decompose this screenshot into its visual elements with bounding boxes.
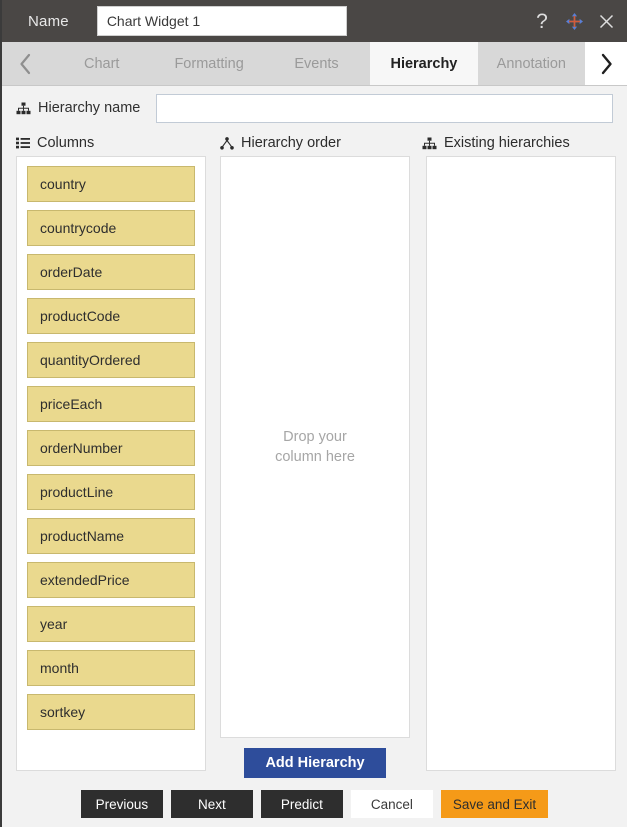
column-chip[interactable]: sortkey xyxy=(27,694,195,730)
tab-hierarchy[interactable]: Hierarchy xyxy=(370,42,478,85)
column-chip-label: productName xyxy=(40,528,125,544)
predict-button[interactable]: Predict xyxy=(260,790,343,818)
previous-button[interactable]: Previous xyxy=(80,790,163,818)
column-chip[interactable]: orderNumber xyxy=(27,430,195,466)
tab-label: Chart xyxy=(83,55,120,72)
existing-hierarchies-panel-wrap xyxy=(426,156,616,771)
column-chip-label: productLine xyxy=(40,484,114,500)
sitemap-icon xyxy=(422,137,437,150)
hierarchy-order-dropzone[interactable]: Drop your column here xyxy=(220,156,410,738)
tab-label: Formatting xyxy=(174,55,244,72)
hierarchy-name-text: Hierarchy name xyxy=(38,100,141,116)
hierarchy-name-row: Hierarchy name xyxy=(2,86,627,130)
cancel-button[interactable]: Cancel xyxy=(350,790,433,818)
existing-hierarchies-panel[interactable] xyxy=(426,156,616,771)
panels-area: country countrycode orderDate productCode qu… xyxy=(2,156,627,781)
tab-events[interactable]: Events xyxy=(262,42,371,85)
column-chip-label: productCode xyxy=(40,308,121,324)
footer-buttons: Previous Next Predict Cancel Save and Ex… xyxy=(2,781,627,827)
column-chip[interactable]: productName xyxy=(27,518,195,554)
tab-list: Chart Formatting Events Hierarchy Annota… xyxy=(48,42,586,85)
column-chip-label: extendedPrice xyxy=(40,572,130,588)
column-chip[interactable]: orderDate xyxy=(27,254,195,290)
hierarchy-order-title: Hierarchy order xyxy=(241,135,341,151)
widget-name-input[interactable] xyxy=(96,6,347,36)
tab-label: Annotation xyxy=(496,55,566,72)
existing-hierarchies-section-header: Existing hierarchies xyxy=(422,130,613,156)
column-chip-label: quantityOrdered xyxy=(40,352,141,368)
drop-hint-line-2: column here xyxy=(275,449,355,465)
hierarchy-name-input[interactable] xyxy=(156,93,613,123)
chevron-left-icon[interactable] xyxy=(2,42,48,85)
tab-strip: Chart Formatting Events Hierarchy Annota… xyxy=(2,42,627,86)
hierarchy-order-section-header: Hierarchy order xyxy=(220,130,422,156)
column-chip[interactable]: priceEach xyxy=(27,386,195,422)
tab-chart[interactable]: Chart xyxy=(48,42,156,85)
column-chip[interactable]: productLine xyxy=(27,474,195,510)
list-icon xyxy=(16,137,30,149)
column-chip[interactable]: year xyxy=(27,606,195,642)
column-chip[interactable]: country xyxy=(27,166,195,202)
window-controls: ? xyxy=(531,0,617,42)
tab-label: Events xyxy=(294,55,339,72)
drop-hint: Drop your column here xyxy=(221,427,409,467)
move-arrows-icon[interactable] xyxy=(563,10,585,32)
hierarchy-name-label: Hierarchy name xyxy=(16,100,140,116)
column-chip[interactable]: countrycode xyxy=(27,210,195,246)
chevron-right-icon[interactable] xyxy=(585,42,627,85)
drop-hint-line-1: Drop your xyxy=(283,429,347,445)
sitemap-icon xyxy=(16,102,31,115)
hierarchy-order-panel-wrap: Drop your column here Add Hierarchy xyxy=(220,156,410,778)
columns-title: Columns xyxy=(37,135,95,151)
columns-section-header: Columns xyxy=(16,130,220,156)
title-bar: Name ? xyxy=(2,0,627,42)
column-chip-label: country xyxy=(40,176,86,192)
help-icon[interactable]: ? xyxy=(531,10,553,32)
column-chip-label: month xyxy=(40,660,79,676)
column-chip-label: priceEach xyxy=(40,396,103,412)
tab-annotation[interactable]: Annotation xyxy=(477,42,586,85)
next-button[interactable]: Next xyxy=(170,790,253,818)
column-chip[interactable]: month xyxy=(27,650,195,686)
column-chip-label: countrycode xyxy=(40,220,117,236)
section-headers: Columns Hierarchy order Existing hierarc… xyxy=(2,130,627,156)
column-chip[interactable]: extendedPrice xyxy=(27,562,195,598)
close-icon[interactable] xyxy=(595,10,617,32)
tab-label: Hierarchy xyxy=(390,55,458,72)
widget-editor-window: Name ? xyxy=(0,0,627,827)
add-hierarchy-button[interactable]: Add Hierarchy xyxy=(244,748,386,778)
column-chip-label: sortkey xyxy=(40,704,86,720)
hierarchy-order-icon xyxy=(220,136,234,150)
columns-panel-wrap: country countrycode orderDate productCode qu… xyxy=(16,156,206,771)
save-and-exit-button[interactable]: Save and Exit xyxy=(440,790,549,818)
column-chip-label: orderDate xyxy=(40,264,103,280)
name-label: Name xyxy=(28,12,69,30)
columns-panel[interactable]: country countrycode orderDate productCode qu… xyxy=(16,156,206,771)
tab-formatting[interactable]: Formatting xyxy=(155,42,263,85)
existing-hierarchies-title: Existing hierarchies xyxy=(444,135,570,151)
column-chip-label: year xyxy=(40,616,68,632)
column-chip-label: orderNumber xyxy=(40,440,123,456)
column-chip[interactable]: quantityOrdered xyxy=(27,342,195,378)
column-chip[interactable]: productCode xyxy=(27,298,195,334)
